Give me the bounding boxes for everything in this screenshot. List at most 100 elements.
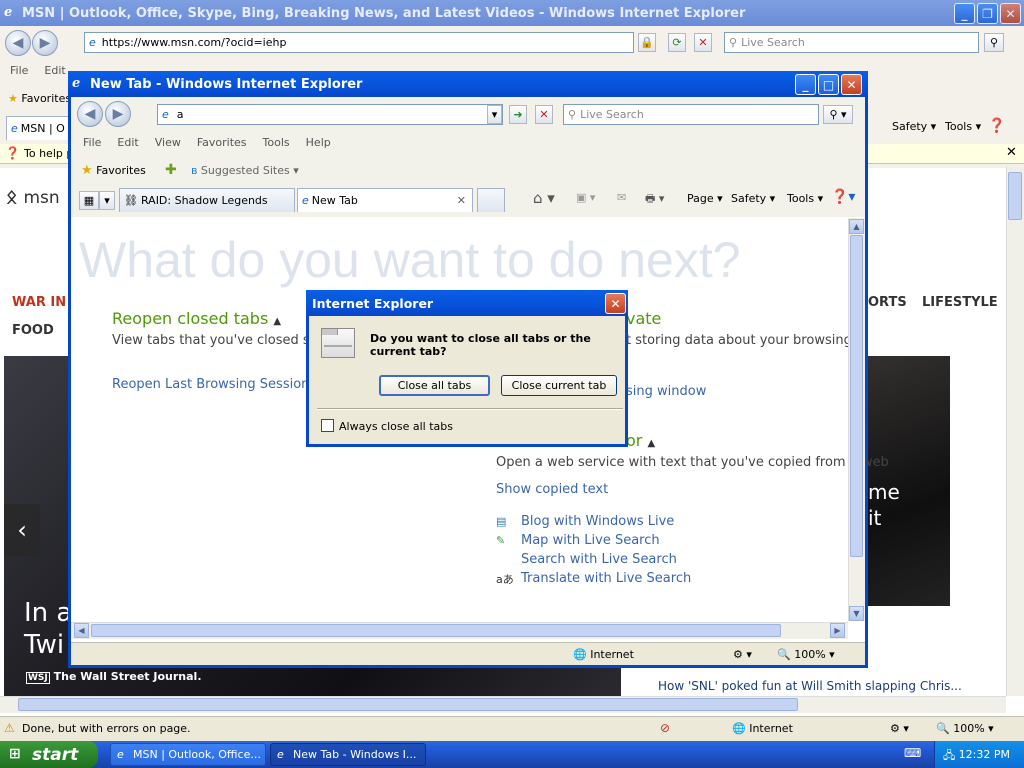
menu-file[interactable]: File [83,136,101,149]
menu-help[interactable]: Help [306,136,331,149]
network-icon[interactable]: 🖧 [943,747,955,766]
accelerator-heading[interactable]: or ▲ [626,431,655,450]
hero-right-text-1[interactable]: me [868,480,900,504]
taskbar-item-new-tab[interactable]: e New Tab - Windows I... [270,743,426,766]
outer-title-bar[interactable]: e MSN | Outlook, Office, Skype, Bing, Br… [0,0,1024,26]
start-button[interactable]: ⊞ start [0,741,98,768]
inner-favorites-button[interactable]: ★ Favorites [81,163,146,178]
close-all-tabs-button[interactable]: Close all tabs [379,375,490,396]
go-arrow-icon[interactable]: ➜ [509,105,527,124]
show-copied-text-link[interactable]: Show copied text [496,482,608,497]
new-tab-button[interactable] [477,188,505,212]
menu-view[interactable]: View [155,136,181,149]
inner-forward-button[interactable]: ▶ [105,101,131,127]
close-current-tab-button[interactable]: Close current tab [501,375,617,396]
page-menu[interactable]: Page ▾ [687,192,723,205]
inprivate-heading[interactable]: vate [626,309,661,328]
outer-tab-msn[interactable]: e MSN | O [6,116,70,140]
outer-protected-mode[interactable]: ⚙ ▾ [890,722,909,735]
news-headline-link[interactable]: How 'SNL' poked fun at Will Smith slappi… [658,679,962,693]
inner-title-bar[interactable]: e New Tab - Windows Internet Explorer [68,71,868,97]
safety-menu[interactable]: Safety ▾ [731,192,775,205]
tab-new-tab[interactable]: e New Tab ✕ [297,188,473,212]
outer-safety-menu[interactable]: Safety ▾ [892,120,936,133]
always-close-label[interactable]: Always close all tabs [339,420,453,433]
nav-food[interactable]: FOOD [12,323,54,338]
accelerator-item[interactable]: ✎ Map with Live Search [496,531,691,550]
outer-address-bar[interactable]: e https://www.msn.com/?ocid=iehp [84,32,634,53]
add-favorite-icon[interactable]: ✚ [165,162,177,178]
feeds-icon[interactable]: ▣ ▾ [576,191,595,204]
inner-scroll-thumb[interactable] [850,235,863,557]
tools-menu[interactable]: Tools ▾ [787,192,823,205]
collapse-arrow-icon[interactable]: ▲ [273,316,281,327]
scroll-down-button[interactable]: ▼ [849,606,864,621]
accelerator-item[interactable]: ▤ Blog with Windows Live [496,512,691,531]
scroll-up-button[interactable]: ▲ [849,219,864,234]
clock[interactable]: 12:32 PM [959,748,1010,761]
print-icon[interactable]: 🖶 ▾ [645,190,664,209]
inner-maximize-button[interactable]: □ [818,74,839,95]
home-icon[interactable]: ⌂ ▾ [533,189,555,207]
outer-forward-button[interactable]: ▶ [32,30,58,56]
always-close-checkbox[interactable] [321,419,334,432]
outer-favorites-button[interactable]: ★ Favorites [8,92,71,105]
warning-icon[interactable]: ⚠ [4,721,15,735]
nav-lifestyle[interactable]: LIFESTYLE [922,295,998,310]
stop-icon[interactable]: ✕ [694,33,712,52]
inner-back-button[interactable]: ◀ [77,101,103,127]
menu-edit[interactable]: Edit [44,64,65,77]
quick-tabs-button[interactable]: ▦ [79,191,99,210]
inprivate-link[interactable]: sing window [626,384,706,399]
search-go-icon[interactable]: ⚲ [984,33,1004,52]
refresh-icon[interactable]: ⟳ [668,33,686,52]
outer-hscroll-thumb[interactable] [18,698,798,711]
menu-favorites[interactable]: Favorites [197,136,247,149]
read-mail-icon[interactable]: ✉ [617,191,626,204]
carousel-prev-button[interactable]: ‹ [4,504,40,556]
hero-headline-1[interactable]: In a [24,598,72,628]
tab-close-icon[interactable]: ✕ [457,194,466,207]
inner-search-go-icon[interactable]: ⚲ ▾ [823,105,853,124]
inner-stop-icon[interactable]: ✕ [535,105,553,124]
outer-search-input[interactable]: ⚲ Live Search [724,32,979,53]
infobar-close-icon[interactable]: ✕ [1006,145,1017,160]
help-icon[interactable]: ❓▾ [831,189,855,205]
outer-scroll-thumb[interactable] [1008,172,1022,220]
outer-minimize-button[interactable]: _ [954,3,975,24]
outer-zoom[interactable]: 🔍 100% ▾ [936,722,994,735]
popup-blocker-icon[interactable]: ⊘ [660,721,670,735]
scroll-right-button[interactable]: ▶ [830,623,845,638]
help-icon[interactable]: ❓ [988,118,1005,134]
inner-protected-mode[interactable]: ⚙ ▾ [733,648,752,661]
inner-minimize-button[interactable]: _ [795,74,816,95]
inner-zoom[interactable]: 🔍 100% ▾ [777,648,835,661]
outer-tools-menu[interactable]: Tools ▾ [945,120,981,133]
reopen-last-session-link[interactable]: Reopen Last Browsing Session [112,377,309,392]
dialog-close-button[interactable]: ✕ [605,293,626,314]
inner-close-button[interactable]: ✕ [841,74,862,95]
collapse-arrow-icon[interactable]: ▲ [647,438,655,449]
keyboard-icon[interactable]: ⌨ [904,746,921,760]
outer-back-button[interactable]: ◀ [5,30,31,56]
scroll-left-button[interactable]: ◀ [74,623,89,638]
taskbar-item-msn[interactable]: e MSN | Outlook, Office... [110,743,266,766]
outer-vertical-scrollbar[interactable] [1006,166,1024,696]
accelerator-item[interactable]: Search with Live Search [496,550,691,569]
menu-file[interactable]: File [10,64,28,77]
inner-address-bar[interactable]: e a [157,104,503,125]
hero-headline-2[interactable]: Twi [24,630,64,660]
inner-hscroll-thumb[interactable] [91,624,781,637]
lock-icon[interactable]: 🔒 [638,33,656,52]
address-dropdown-icon[interactable]: ▾ [487,105,502,124]
nav-sports[interactable]: ORTS [868,295,907,310]
accelerator-item[interactable]: aあ Translate with Live Search [496,569,691,588]
hero-right-text-2[interactable]: it [868,506,881,530]
dialog-title-bar[interactable]: Internet Explorer [306,290,628,316]
tab-raid-shadow-legends[interactable]: ⛓ RAID: Shadow Legends [119,188,295,212]
outer-restore-button[interactable]: ❐ [977,3,998,24]
menu-tools[interactable]: Tools [263,136,290,149]
msn-logo[interactable]: ᛟ msn [6,186,60,208]
menu-edit[interactable]: Edit [117,136,138,149]
outer-close-button[interactable]: ✕ [1000,3,1021,24]
